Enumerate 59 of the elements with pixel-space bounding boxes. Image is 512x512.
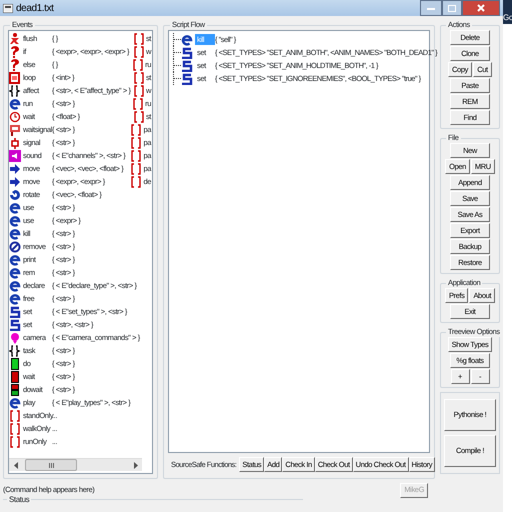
bracket-icon [132,46,145,58]
scrollbar-thumb[interactable] [25,459,77,471]
braces-icon [9,84,21,96]
braces-icon [9,344,21,356]
e-icon [9,202,21,214]
e-icon [181,34,193,46]
e-icon [9,228,21,240]
e-icon [9,214,21,226]
s-icon [181,60,193,72]
s-icon [181,46,193,58]
arrow-icon [9,162,21,174]
e-icon [9,396,21,408]
question-icon [9,46,21,58]
s-icon [9,306,21,318]
bracket-icon [132,32,145,44]
bracket-icon [130,176,142,188]
signal-icon [9,136,21,148]
light-icon [9,358,21,370]
s-icon [9,318,21,330]
bracket-icon [9,422,21,434]
horizontal-scrollbar[interactable] [9,458,142,471]
window-title: dead1.txt [16,2,54,16]
scroll-left-icon [14,462,18,468]
s-icon [181,72,193,84]
bracket-icon [130,136,142,148]
close-button[interactable] [462,0,500,16]
close-icon [477,4,485,12]
grip-icon [48,462,54,468]
stop-light-icon [9,370,21,382]
app-icon [3,4,13,12]
minimize-button[interactable] [420,0,442,16]
e-icon [9,280,21,292]
figure-icon [9,32,21,44]
question-icon [9,58,21,70]
rotate-icon [9,188,21,200]
bracket-icon [9,436,21,448]
e-icon [9,292,21,304]
arrow-icon [9,176,21,188]
scroll-right-icon [134,462,138,468]
maximize-button[interactable] [442,0,462,16]
maximize-icon [448,4,456,12]
bracket-icon [9,410,21,422]
traffic-light-icon [9,384,21,396]
minimize-icon [427,5,435,11]
camera-icon [9,332,21,344]
e-icon [9,266,21,278]
bracket-icon [132,72,145,84]
e-icon [9,254,21,266]
loop-icon [9,72,21,84]
bracket-icon [130,150,142,162]
bracket-icon [132,110,145,122]
prohibited-icon [9,240,21,252]
bracket-icon [130,162,142,174]
bracket-icon [132,58,144,70]
e-icon [9,98,21,110]
bracket-icon [130,124,142,136]
bracket-icon [132,84,145,96]
group-label: Status [7,495,32,504]
bracket-icon [132,98,144,110]
